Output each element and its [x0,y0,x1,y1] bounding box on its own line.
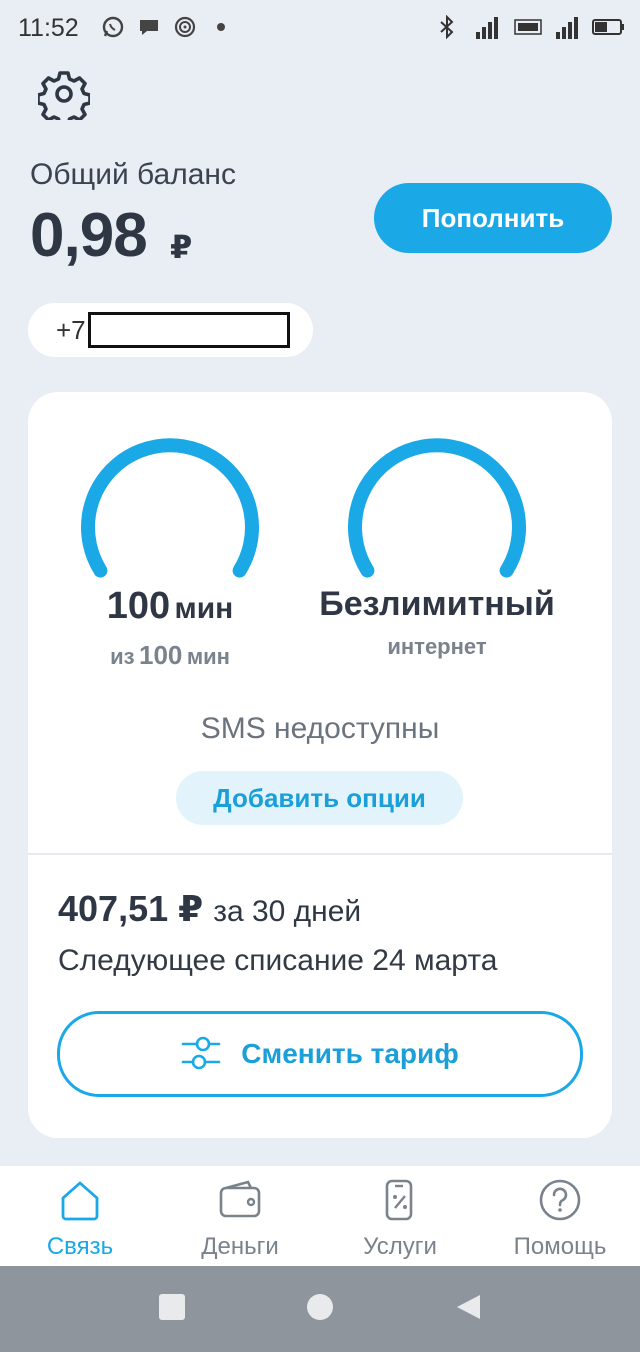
signal-icon [470,14,504,40]
change-tariff-label: Сменить тариф [241,1038,459,1069]
minutes-value: 100 [106,585,171,627]
wallet-icon [218,1178,262,1227]
minutes-of-prefix: из [110,644,135,669]
services-icon [378,1178,422,1227]
nav-item-help[interactable]: Помощь [480,1166,640,1266]
system-status-icons [434,14,626,40]
volte-icon [514,14,542,40]
back-button-icon[interactable] [454,1293,482,1326]
tariff-price: 407,51 ₽ [58,888,204,929]
signal-icon-2 [552,14,582,40]
minutes-gauge [81,438,259,578]
battery-icon [592,14,626,40]
balance-amount: 0,98 [30,201,148,270]
tariff-period: за 30 дней [213,895,362,928]
internet-subtitle: интернет [387,634,487,659]
nav-label-help: Помощь [513,1233,607,1260]
help-icon [538,1178,582,1227]
recents-button-icon[interactable] [158,1293,186,1326]
card-divider [28,853,612,855]
home-icon [58,1178,102,1227]
internet-title: Безлимитный [319,585,555,623]
status-time: 11:52 [18,14,79,42]
nav-label-money: Деньги [201,1233,279,1260]
nav-item-connection[interactable]: Связь [0,1166,160,1266]
nav-item-services[interactable]: Услуги [320,1166,480,1266]
swirl-icon [172,14,198,40]
sliders-icon [181,1032,221,1077]
nav-item-money[interactable]: Деньги [160,1166,320,1266]
topup-button[interactable]: Пополнить [374,183,612,253]
whatsapp-icon [100,14,126,40]
tariff-price-row: 407,51 ₽ за 30 дней [58,888,361,930]
more-notifications-icon [208,14,234,40]
add-options-button[interactable]: Добавить опции [176,771,463,825]
bluetooth-icon [434,14,460,40]
nav-label-connection: Связь [46,1233,114,1260]
minutes-of-unit: мин [186,644,230,669]
home-button-icon[interactable] [306,1293,334,1326]
nav-label-services: Услуги [363,1233,437,1260]
balance-label: Общий баланс [30,158,236,191]
notification-icons [100,14,234,40]
minutes-value-block: 100 мин [70,585,270,628]
phone-number-redacted [87,312,290,348]
settings-gear-icon[interactable] [36,68,92,127]
minutes-total-block: из 100 мин [70,640,270,671]
minutes-unit: мин [174,592,234,625]
next-charge: Следующее списание 24 марта [58,944,498,977]
sms-status: SMS недоступны [200,712,440,745]
message-icon [136,14,162,40]
phone-number-pill[interactable]: +7 [28,303,313,357]
system-navigation-bar [0,1266,640,1352]
phone-prefix: +7 [56,314,86,345]
bottom-navigation: Связь Деньги Услуги Помощь [0,1166,640,1266]
balance-currency: ₽ [170,229,193,265]
change-tariff-button[interactable]: Сменить тариф [57,1011,583,1097]
minutes-of-value: 100 [138,640,183,670]
internet-gauge [348,438,526,578]
